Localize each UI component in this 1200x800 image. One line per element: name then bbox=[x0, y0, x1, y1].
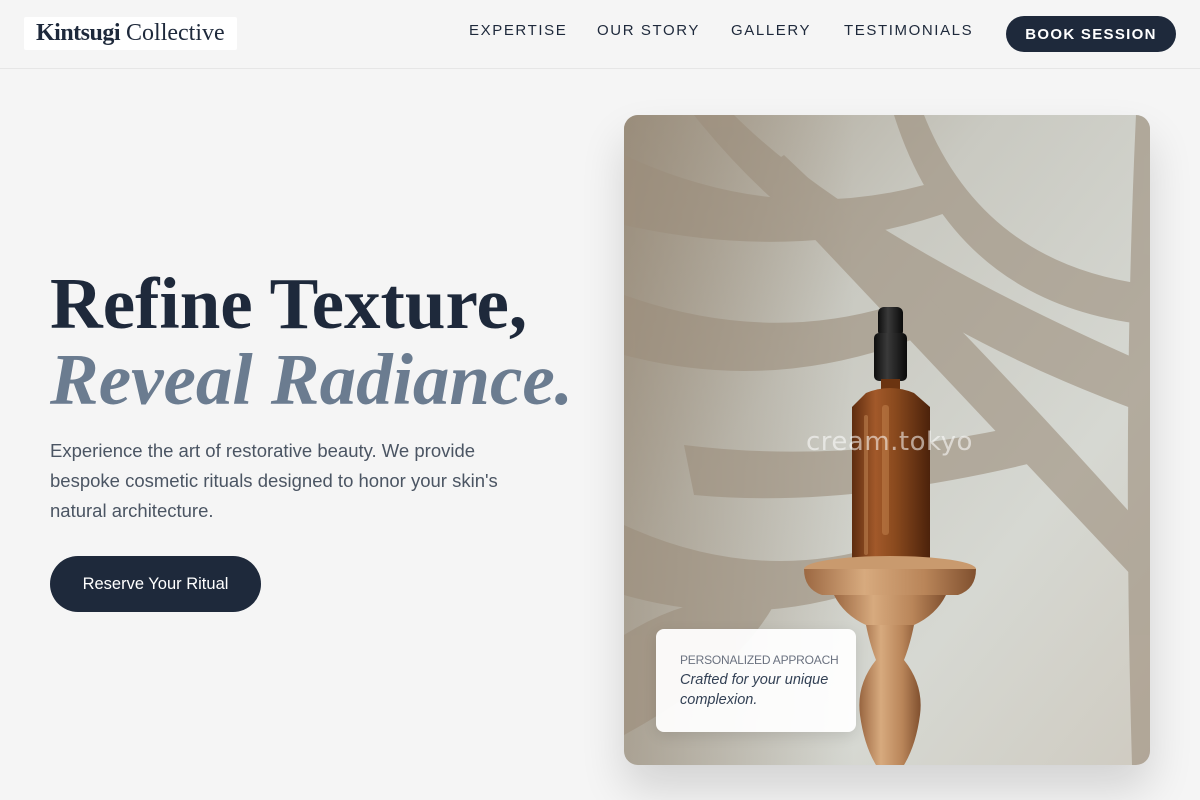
nav-gallery[interactable]: GALLERY bbox=[731, 22, 811, 39]
hero-description: Experience the art of restorative beauty… bbox=[50, 440, 498, 521]
personalized-approach-card: PERSONALIZED APPROACH Crafted for your u… bbox=[656, 629, 856, 732]
headline-line-1: Refine Texture, bbox=[50, 263, 528, 344]
card-title: PERSONALIZED APPROACH bbox=[680, 653, 839, 667]
brand-name-bold: Kintsugi bbox=[36, 20, 121, 46]
book-session-button[interactable]: BOOK SESSION bbox=[1006, 16, 1176, 52]
watermark-text: cream.tokyo bbox=[806, 427, 973, 457]
nav-expertise[interactable]: EXPERTISE bbox=[469, 22, 567, 39]
nav-testimonials[interactable]: TESTIMONIALS bbox=[844, 22, 973, 39]
brand-logo[interactable]: Kintsugi Collective bbox=[24, 17, 237, 50]
site-header: Kintsugi Collective EXPERTISE OUR STORY … bbox=[0, 0, 1200, 69]
nav-our-story[interactable]: OUR STORY bbox=[597, 22, 700, 39]
reserve-ritual-button[interactable]: Reserve Your Ritual bbox=[50, 556, 261, 612]
brand-name-light: Collective bbox=[126, 20, 225, 46]
headline-line-2: Reveal Radiance. bbox=[50, 339, 574, 420]
hero-headline: Refine Texture, Reveal Radiance. bbox=[50, 266, 573, 418]
card-text: Crafted for your unique complexion. bbox=[680, 672, 829, 708]
